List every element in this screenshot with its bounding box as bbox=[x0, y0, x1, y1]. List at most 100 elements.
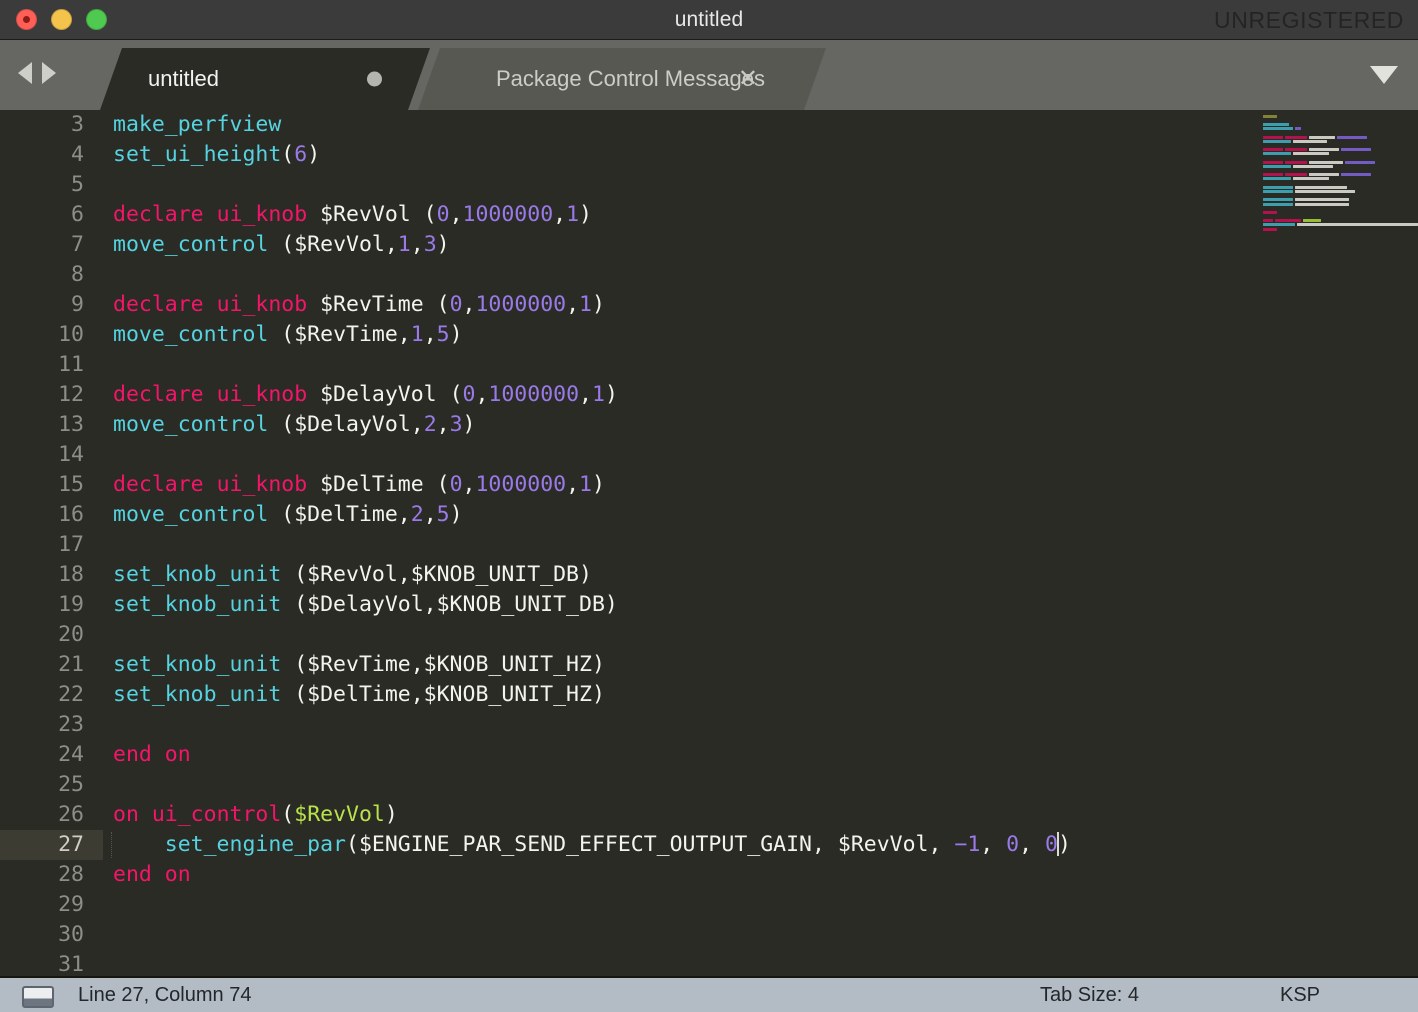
code-token: ) bbox=[592, 472, 605, 497]
minimap-segment bbox=[1293, 177, 1329, 181]
code-token: ) bbox=[449, 502, 463, 527]
code-token: , bbox=[423, 502, 437, 527]
minimap-segment bbox=[1296, 223, 1418, 227]
code-line[interactable]: 11 bbox=[0, 350, 1418, 380]
code-token: ( bbox=[281, 142, 295, 167]
code-line[interactable]: 18 set_knob_unit ($RevVol,$KNOB_UNIT_DB) bbox=[0, 560, 1418, 590]
tab-size-status[interactable]: Tab Size: 4 bbox=[1040, 978, 1139, 1012]
line-number: 26 bbox=[58, 802, 84, 827]
line-number: 27 bbox=[0, 830, 103, 860]
code-token: 5 bbox=[436, 322, 450, 347]
line-number: 18 bbox=[58, 562, 84, 587]
minimap-segment bbox=[1295, 198, 1349, 202]
code-text: move_control ($DelTime,2,5) bbox=[103, 500, 463, 530]
code-line[interactable]: 15 declare ui_knob $DelTime (0,1000000,1) bbox=[0, 470, 1418, 500]
code-token: $DelayVol bbox=[307, 382, 450, 407]
tab-bar: untitled Package Control Messages ✕ bbox=[0, 40, 1418, 110]
code-line[interactable]: 3 make_perfview bbox=[0, 110, 1418, 140]
code-token: , bbox=[579, 382, 592, 407]
code-line[interactable]: 9 declare ui_knob $RevTime (0,1000000,1) bbox=[0, 290, 1418, 320]
code-token: 3 bbox=[449, 412, 463, 437]
code-line[interactable]: 23 bbox=[0, 710, 1418, 740]
code-token: ($DelTime, bbox=[268, 502, 411, 527]
code-line[interactable]: 6 declare ui_knob $RevVol (0,1000000,1) bbox=[0, 200, 1418, 230]
minimap-segment bbox=[1263, 160, 1283, 164]
tab-package-control-messages[interactable]: Package Control Messages ✕ bbox=[418, 48, 826, 110]
minimap-segment bbox=[1263, 185, 1293, 189]
code-token: ) bbox=[1057, 832, 1071, 857]
code-token: 2 bbox=[423, 412, 437, 437]
code-text: set_knob_unit ($RevVol,$KNOB_UNIT_DB) bbox=[103, 560, 592, 590]
code-line[interactable]: 29 bbox=[0, 890, 1418, 920]
minimap-segment bbox=[1341, 173, 1371, 177]
code-line[interactable]: 31 bbox=[0, 950, 1418, 976]
code-token: 1 bbox=[579, 472, 592, 497]
code-line[interactable]: 17 bbox=[0, 530, 1418, 560]
line-number: 21 bbox=[58, 652, 84, 677]
code-text: end on bbox=[103, 740, 191, 770]
syntax-mode-status[interactable]: KSP bbox=[1280, 978, 1320, 1012]
code-token: 6 bbox=[294, 142, 308, 167]
editor-pane[interactable]: 3 make_perfview 4 set_ui_height(6) 5 6 declare… bbox=[0, 110, 1418, 976]
line-number: 31 bbox=[58, 952, 84, 976]
code-line[interactable]: 28 end on bbox=[0, 860, 1418, 890]
code-token: ( bbox=[436, 292, 450, 317]
line-number: 13 bbox=[58, 412, 84, 437]
triangle-right-icon[interactable] bbox=[42, 62, 56, 84]
code-text: set_engine_par($ENGINE_PAR_SEND_EFFECT_O… bbox=[103, 830, 1071, 860]
close-icon[interactable]: ✕ bbox=[738, 67, 758, 91]
unsaved-changes-icon[interactable] bbox=[367, 71, 382, 87]
code-line[interactable]: 12 declare ui_knob $DelayVol (0,1000000,1… bbox=[0, 380, 1418, 410]
code-token: set_engine_par bbox=[164, 832, 346, 857]
code-token: ui_knob bbox=[216, 382, 308, 407]
minimap-segment bbox=[1263, 202, 1293, 206]
code-line[interactable]: 20 bbox=[0, 620, 1418, 650]
code-token: set_ui_height bbox=[113, 142, 282, 167]
code-line[interactable]: 16 move_control ($DelTime,2,5) bbox=[0, 500, 1418, 530]
console-panel-icon[interactable] bbox=[22, 986, 54, 1008]
code-line[interactable]: 25 bbox=[0, 770, 1418, 800]
code-line[interactable]: 10 move_control ($RevTime,1,5) bbox=[0, 320, 1418, 350]
code-token: ($DelayVol,$KNOB_UNIT_DB) bbox=[281, 592, 618, 617]
code-token: set_knob_unit bbox=[113, 592, 282, 617]
code-line[interactable]: 21 set_knob_unit ($RevTime,$KNOB_UNIT_HZ) bbox=[0, 650, 1418, 680]
code-token: move_control bbox=[113, 322, 269, 347]
code-token: 1000000 bbox=[462, 202, 554, 227]
code-line[interactable]: 19 set_knob_unit ($DelayVol,$KNOB_UNIT_DB… bbox=[0, 590, 1418, 620]
minimap-segment bbox=[1293, 152, 1329, 156]
code-line[interactable]: 24 end on bbox=[0, 740, 1418, 770]
code-line[interactable]: 8 bbox=[0, 260, 1418, 290]
minimap-segment bbox=[1263, 210, 1277, 214]
chevron-down-icon[interactable] bbox=[1370, 66, 1398, 84]
code-token: ui_knob bbox=[216, 202, 308, 227]
code-token: 3 bbox=[423, 232, 437, 257]
code-token: set_knob_unit bbox=[113, 682, 282, 707]
minimap-segment bbox=[1263, 223, 1295, 227]
triangle-left-icon[interactable] bbox=[18, 62, 32, 84]
code-line[interactable]: 22 set_knob_unit ($DelTime,$KNOB_UNIT_HZ) bbox=[0, 680, 1418, 710]
minimap-segment bbox=[1285, 173, 1307, 177]
code-content[interactable]: 3 make_perfview 4 set_ui_height(6) 5 6 declare… bbox=[0, 110, 1418, 976]
code-line[interactable]: 27 set_engine_par($ENGINE_PAR_SEND_EFFEC… bbox=[0, 830, 1418, 860]
code-line[interactable]: 30 bbox=[0, 920, 1418, 950]
code-token: 1 bbox=[579, 292, 592, 317]
line-number: 24 bbox=[58, 742, 84, 767]
tab-untitled[interactable]: untitled bbox=[100, 48, 430, 110]
minimap-segment bbox=[1295, 202, 1349, 206]
code-line[interactable]: 5 bbox=[0, 170, 1418, 200]
minimap[interactable] bbox=[1255, 110, 1418, 976]
code-token: set_knob_unit bbox=[113, 562, 282, 587]
code-line[interactable]: 14 bbox=[0, 440, 1418, 470]
code-line[interactable]: 26 on ui_control($RevVol) bbox=[0, 800, 1418, 830]
code-line[interactable]: 7 move_control ($RevVol,1,3) bbox=[0, 230, 1418, 260]
code-token: on bbox=[164, 742, 191, 767]
code-token: ($RevTime, bbox=[268, 322, 411, 347]
code-line[interactable]: 13 move_control ($DelayVol,2,3) bbox=[0, 410, 1418, 440]
code-token: ( bbox=[281, 802, 295, 827]
code-line[interactable]: 4 set_ui_height(6) bbox=[0, 140, 1418, 170]
minimap-segment bbox=[1345, 160, 1375, 164]
code-text: set_knob_unit ($DelayVol,$KNOB_UNIT_DB) bbox=[103, 590, 618, 620]
